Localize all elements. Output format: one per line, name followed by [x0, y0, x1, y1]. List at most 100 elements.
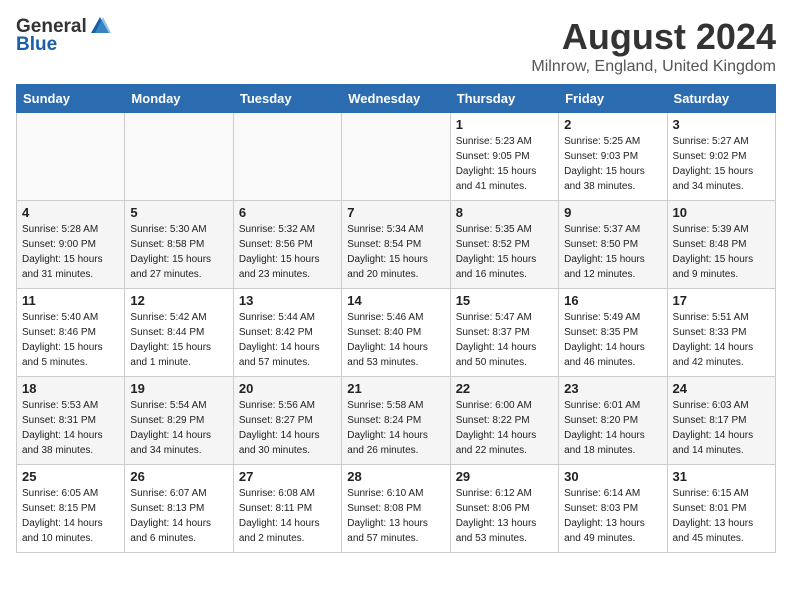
- week-row-1: 1Sunrise: 5:23 AM Sunset: 9:05 PM Daylig…: [17, 113, 776, 201]
- calendar-cell: 2 Sunrise: 5:25 AM Sunset: 9:03 PM Daylig…: [559, 113, 667, 201]
- weekday-header-wednesday: Wednesday: [342, 85, 450, 113]
- day-number: 6: [239, 205, 336, 220]
- day-number: 12: [130, 293, 227, 308]
- day-info: Sunrise: 5:47 AM Sunset: 8:37 PM Dayligh…: [456, 310, 553, 370]
- title-section: August 2024 Milnrow, England, United Kin…: [531, 16, 776, 76]
- weekday-header-saturday: Saturday: [667, 85, 775, 113]
- day-info: Sunrise: 6:00 AM Sunset: 8:22 PM Dayligh…: [456, 398, 553, 458]
- calendar-cell: 6Sunrise: 5:32 AM Sunset: 8:56 PM Daylig…: [233, 201, 341, 289]
- day-info: Sunrise: 5:28 AM Sunset: 9:00 PM Dayligh…: [22, 222, 119, 282]
- day-number: 7: [347, 205, 444, 220]
- day-number: 2: [564, 117, 661, 132]
- calendar-cell: 23 Sunrise: 6:01 AM Sunset: 8:20 PM Dayli…: [559, 377, 667, 465]
- calendar-cell: [233, 113, 341, 201]
- day-number: 20: [239, 381, 336, 396]
- weekday-header-sunday: Sunday: [17, 85, 125, 113]
- day-info: Sunrise: 6:03 AM Sunset: 8:17 PM Dayligh…: [673, 398, 770, 458]
- day-info: Sunrise: 6:08 AM Sunset: 8:11 PM Dayligh…: [239, 486, 336, 546]
- day-info: Sunrise: 5:51 AM Sunset: 8:33 PM Dayligh…: [673, 310, 770, 370]
- day-number: 29: [456, 469, 553, 484]
- calendar-cell: 25Sunrise: 6:05 AM Sunset: 8:15 PM Dayli…: [17, 465, 125, 553]
- week-row-3: 11 Sunrise: 5:40 AM Sunset: 8:46 PM Dayli…: [17, 289, 776, 377]
- header: General Blue August 2024 Milnrow, Englan…: [16, 16, 776, 76]
- day-info: Sunrise: 5:34 AM Sunset: 8:54 PM Dayligh…: [347, 222, 444, 282]
- calendar-cell: 28Sunrise: 6:10 AM Sunset: 8:08 PM Dayli…: [342, 465, 450, 553]
- calendar-cell: 19 Sunrise: 5:54 AM Sunset: 8:29 PM Dayli…: [125, 377, 233, 465]
- day-info: Sunrise: 5:35 AM Sunset: 8:52 PM Dayligh…: [456, 222, 553, 282]
- calendar-cell: 22 Sunrise: 6:00 AM Sunset: 8:22 PM Dayli…: [450, 377, 558, 465]
- day-info: Sunrise: 5:54 AM Sunset: 8:29 PM Dayligh…: [130, 398, 227, 458]
- day-info: Sunrise: 5:53 AM Sunset: 8:31 PM Dayligh…: [22, 398, 119, 458]
- calendar-cell: 13Sunrise: 5:44 AM Sunset: 8:42 PM Dayli…: [233, 289, 341, 377]
- calendar-cell: 27 Sunrise: 6:08 AM Sunset: 8:11 PM Dayli…: [233, 465, 341, 553]
- day-info: Sunrise: 5:23 AM Sunset: 9:05 PM Dayligh…: [456, 134, 553, 194]
- day-number: 4: [22, 205, 119, 220]
- day-info: Sunrise: 6:01 AM Sunset: 8:20 PM Dayligh…: [564, 398, 661, 458]
- day-info: Sunrise: 6:15 AM Sunset: 8:01 PM Dayligh…: [673, 486, 770, 546]
- day-info: Sunrise: 5:40 AM Sunset: 8:46 PM Dayligh…: [22, 310, 119, 370]
- calendar-cell: 7 Sunrise: 5:34 AM Sunset: 8:54 PM Daylig…: [342, 201, 450, 289]
- day-number: 18: [22, 381, 119, 396]
- day-number: 17: [673, 293, 770, 308]
- calendar-cell: 8 Sunrise: 5:35 AM Sunset: 8:52 PM Daylig…: [450, 201, 558, 289]
- day-number: 22: [456, 381, 553, 396]
- week-row-5: 25Sunrise: 6:05 AM Sunset: 8:15 PM Dayli…: [17, 465, 776, 553]
- day-number: 13: [239, 293, 336, 308]
- day-number: 27: [239, 469, 336, 484]
- calendar-cell: 4 Sunrise: 5:28 AM Sunset: 9:00 PM Daylig…: [17, 201, 125, 289]
- day-info: Sunrise: 5:58 AM Sunset: 8:24 PM Dayligh…: [347, 398, 444, 458]
- day-number: 21: [347, 381, 444, 396]
- day-info: Sunrise: 5:39 AM Sunset: 8:48 PM Dayligh…: [673, 222, 770, 282]
- week-row-4: 18 Sunrise: 5:53 AM Sunset: 8:31 PM Dayli…: [17, 377, 776, 465]
- calendar-cell: 15 Sunrise: 5:47 AM Sunset: 8:37 PM Dayli…: [450, 289, 558, 377]
- day-info: Sunrise: 5:30 AM Sunset: 8:58 PM Dayligh…: [130, 222, 227, 282]
- calendar-cell: 14Sunrise: 5:46 AM Sunset: 8:40 PM Dayli…: [342, 289, 450, 377]
- calendar-cell: 5 Sunrise: 5:30 AM Sunset: 8:58 PM Daylig…: [125, 201, 233, 289]
- day-number: 15: [456, 293, 553, 308]
- weekday-header-tuesday: Tuesday: [233, 85, 341, 113]
- calendar-cell: 21 Sunrise: 5:58 AM Sunset: 8:24 PM Dayli…: [342, 377, 450, 465]
- location: Milnrow, England, United Kingdom: [531, 58, 776, 76]
- day-info: Sunrise: 5:27 AM Sunset: 9:02 PM Dayligh…: [673, 134, 770, 194]
- calendar-cell: 10 Sunrise: 5:39 AM Sunset: 8:48 PM Dayli…: [667, 201, 775, 289]
- day-info: Sunrise: 5:49 AM Sunset: 8:35 PM Dayligh…: [564, 310, 661, 370]
- day-info: Sunrise: 6:07 AM Sunset: 8:13 PM Dayligh…: [130, 486, 227, 546]
- calendar-cell: 17 Sunrise: 5:51 AM Sunset: 8:33 PM Dayli…: [667, 289, 775, 377]
- calendar-cell: [342, 113, 450, 201]
- calendar-cell: 16Sunrise: 5:49 AM Sunset: 8:35 PM Dayli…: [559, 289, 667, 377]
- calendar-cell: 31 Sunrise: 6:15 AM Sunset: 8:01 PM Dayli…: [667, 465, 775, 553]
- day-number: 26: [130, 469, 227, 484]
- day-info: Sunrise: 5:25 AM Sunset: 9:03 PM Dayligh…: [564, 134, 661, 194]
- day-number: 28: [347, 469, 444, 484]
- logo-icon: [89, 15, 111, 37]
- day-info: Sunrise: 5:56 AM Sunset: 8:27 PM Dayligh…: [239, 398, 336, 458]
- logo: General Blue: [16, 16, 111, 56]
- day-number: 23: [564, 381, 661, 396]
- day-number: 5: [130, 205, 227, 220]
- calendar-cell: 9Sunrise: 5:37 AM Sunset: 8:50 PM Daylig…: [559, 201, 667, 289]
- day-info: Sunrise: 6:05 AM Sunset: 8:15 PM Dayligh…: [22, 486, 119, 546]
- day-number: 8: [456, 205, 553, 220]
- day-number: 31: [673, 469, 770, 484]
- week-row-2: 4 Sunrise: 5:28 AM Sunset: 9:00 PM Daylig…: [17, 201, 776, 289]
- calendar-table: SundayMondayTuesdayWednesdayThursdayFrid…: [16, 84, 776, 553]
- day-number: 30: [564, 469, 661, 484]
- calendar-cell: 12 Sunrise: 5:42 AM Sunset: 8:44 PM Dayli…: [125, 289, 233, 377]
- month-year: August 2024: [531, 16, 776, 58]
- day-info: Sunrise: 6:14 AM Sunset: 8:03 PM Dayligh…: [564, 486, 661, 546]
- day-number: 19: [130, 381, 227, 396]
- calendar-cell: 30 Sunrise: 6:14 AM Sunset: 8:03 PM Dayli…: [559, 465, 667, 553]
- calendar-cell: 18 Sunrise: 5:53 AM Sunset: 8:31 PM Dayli…: [17, 377, 125, 465]
- calendar-cell: 29 Sunrise: 6:12 AM Sunset: 8:06 PM Dayli…: [450, 465, 558, 553]
- day-number: 9: [564, 205, 661, 220]
- day-info: Sunrise: 6:12 AM Sunset: 8:06 PM Dayligh…: [456, 486, 553, 546]
- calendar-cell: 20 Sunrise: 5:56 AM Sunset: 8:27 PM Dayli…: [233, 377, 341, 465]
- day-number: 10: [673, 205, 770, 220]
- day-number: 11: [22, 293, 119, 308]
- day-info: Sunrise: 5:42 AM Sunset: 8:44 PM Dayligh…: [130, 310, 227, 370]
- calendar-cell: [125, 113, 233, 201]
- day-number: 3: [673, 117, 770, 132]
- logo-blue: Blue: [16, 34, 57, 56]
- calendar-cell: 26 Sunrise: 6:07 AM Sunset: 8:13 PM Dayli…: [125, 465, 233, 553]
- weekday-header-thursday: Thursday: [450, 85, 558, 113]
